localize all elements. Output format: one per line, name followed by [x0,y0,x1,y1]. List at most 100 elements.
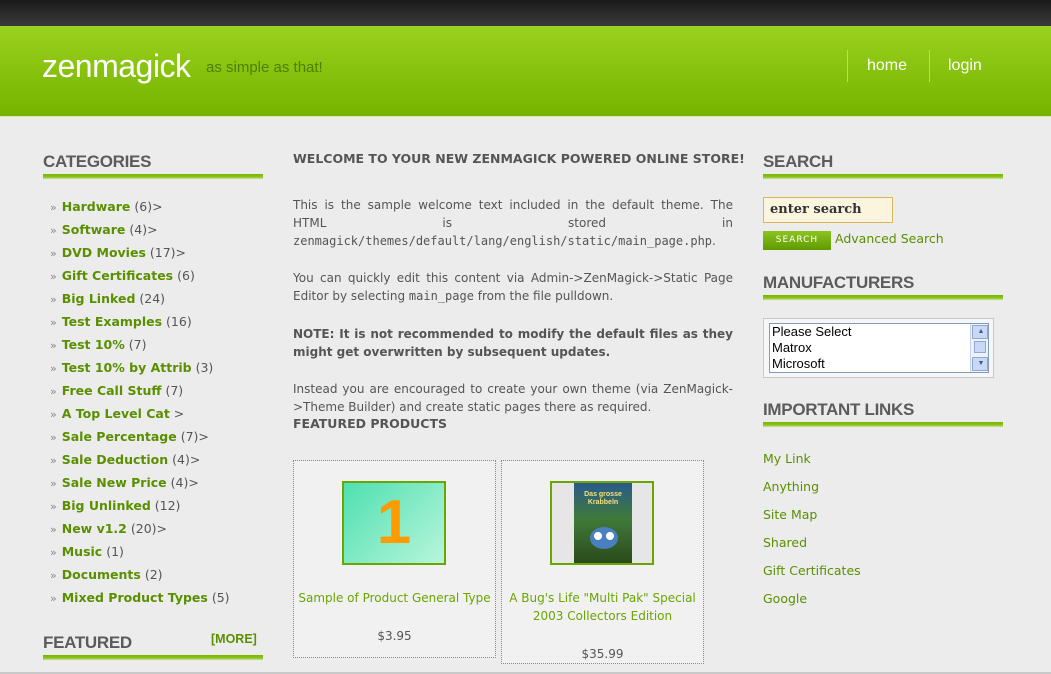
category-count: (5) [211,590,230,605]
category-name[interactable]: Big Linked [62,291,136,306]
category-name[interactable]: Test 10% by Attrib [62,360,192,375]
category-count: > [173,406,185,421]
category-item[interactable]: » Documents (2) [50,567,230,590]
product-name[interactable]: A Bug's Life "Multi Pak" Special 2003 Co… [502,589,703,625]
bullet-icon: » [50,546,57,559]
category-count: (6)> [134,199,163,214]
edit-paragraph: You can quickly edit this content via Ad… [293,269,733,305]
bullet-icon: » [50,224,57,237]
category-name[interactable]: Big Unlinked [62,498,151,513]
bullet-icon: » [50,247,57,260]
category-item[interactable]: » Sale Deduction (4)> [50,452,230,475]
site-logo[interactable]: zenmagick [42,48,191,85]
category-item[interactable]: » Free Call Stuff (7) [50,383,230,406]
important-link[interactable]: Site Map [763,507,861,535]
important-links-list: My Link Anything Site Map Shared Gift Ce… [763,451,861,619]
category-name[interactable]: Sale New Price [62,475,167,490]
category-name[interactable]: Gift Certificates [62,268,173,283]
bullet-icon: » [50,339,57,352]
featured-more-link[interactable]: [MORE] [211,632,257,646]
category-name[interactable]: Test 10% [62,337,125,352]
nav-item-login[interactable]: login [948,50,982,82]
search-input[interactable]: enter search [763,197,893,223]
category-name[interactable]: Music [62,544,102,559]
bug-eye-icon [606,532,614,540]
bullet-icon: » [50,362,57,375]
category-item[interactable]: » New v1.2 (20)> [50,521,230,544]
top-bar [0,0,1051,26]
bullet-icon: » [50,592,57,605]
category-item[interactable]: » Music (1) [50,544,230,567]
nav-home-link[interactable]: home [867,57,907,74]
search-button[interactable]: SEARCH [763,231,831,250]
category-item[interactable]: » Big Unlinked (12) [50,498,230,521]
category-name[interactable]: Hardware [62,199,131,214]
featured-products-title: FEATURED PRODUCTS [293,416,447,431]
category-name[interactable]: DVD Movies [62,245,146,260]
category-name[interactable]: Free Call Stuff [62,383,162,398]
bullet-icon: » [50,477,57,490]
manufacturer-option[interactable]: Microsoft [770,356,988,372]
welcome-title: WELCOME TO YOUR NEW ZENMAGICK POWERED ON… [293,151,745,166]
bullet-icon: » [50,201,57,214]
category-name[interactable]: New v1.2 [62,521,127,536]
category-item[interactable]: » Gift Certificates (6) [50,268,230,291]
category-name[interactable]: Test Examples [62,314,162,329]
categories-rule [43,174,263,179]
scroll-thumb[interactable] [974,341,986,353]
category-count: (16) [166,314,192,329]
category-item[interactable]: » Software (4)> [50,222,230,245]
manufacturers-title: MANUFACTURERS [763,273,914,292]
category-name[interactable]: Software [62,222,126,237]
category-count: (20)> [130,521,167,536]
edit-text-b: from the file pulldown. [477,289,614,303]
bullet-icon: » [50,569,57,582]
product-image[interactable]: Das grosse Krabbeln [550,481,654,565]
category-count: (4)> [129,222,158,237]
important-link[interactable]: Anything [763,479,861,507]
welcome-text: This is the sample welcome text included… [293,198,733,230]
manufacturers-rule [763,295,1003,300]
category-item[interactable]: » DVD Movies (17)> [50,245,230,268]
category-item[interactable]: » A Top Level Cat > [50,406,230,429]
category-item[interactable]: » Test 10% by Attrib (3) [50,360,230,383]
important-link[interactable]: Gift Certificates [763,563,861,591]
bullet-icon: » [50,454,57,467]
category-item[interactable]: » Sale Percentage (7)> [50,429,230,452]
manufacturers-scrollbar[interactable]: ▲ ▼ [970,324,988,372]
important-link[interactable]: Google [763,591,861,619]
product-card[interactable]: 1 Sample of Product General Type $3.95 [293,460,496,658]
scroll-up-icon[interactable]: ▲ [972,325,988,339]
featured-rule [43,655,263,660]
category-name[interactable]: Mixed Product Types [62,590,208,605]
product-image[interactable]: 1 [342,481,446,565]
important-links-title: IMPORTANT LINKS [763,400,915,419]
category-count: (24) [139,291,166,306]
category-item[interactable]: » Test 10% (7) [50,337,230,360]
category-item[interactable]: » Test Examples (16) [50,314,230,337]
manufacturers-select[interactable]: Please Select Matrox Microsoft ▲ ▼ [769,323,989,373]
product-name[interactable]: Sample of Product General Type [294,589,495,607]
category-item[interactable]: » Mixed Product Types (5) [50,590,230,613]
scroll-down-icon[interactable]: ▼ [972,357,988,371]
nav-item-home[interactable]: home [867,50,907,82]
category-name[interactable]: Documents [62,567,141,582]
theme-paragraph: Instead you are encouraged to create you… [293,382,733,414]
manufacturer-option[interactable]: Please Select [770,324,988,340]
important-link[interactable]: My Link [763,451,861,479]
important-link[interactable]: Shared [763,535,861,563]
search-rule [763,174,1003,179]
category-name[interactable]: Sale Percentage [62,429,177,444]
bullet-icon: » [50,385,57,398]
category-name[interactable]: Sale Deduction [62,452,168,467]
advanced-search-link[interactable]: Advanced Search [835,231,944,246]
category-item[interactable]: » Sale New Price (4)> [50,475,230,498]
product-image-number: 1 [376,488,412,557]
category-item[interactable]: » Hardware (6)> [50,199,230,222]
product-card[interactable]: Das grosse Krabbeln A Bug's Life "Multi … [501,460,704,664]
manufacturer-option[interactable]: Matrox [770,340,988,356]
nav-login-link[interactable]: login [948,57,982,74]
category-item[interactable]: » Big Linked (24) [50,291,230,314]
category-count: (4)> [170,475,199,490]
category-name[interactable]: A Top Level Cat [62,406,170,421]
